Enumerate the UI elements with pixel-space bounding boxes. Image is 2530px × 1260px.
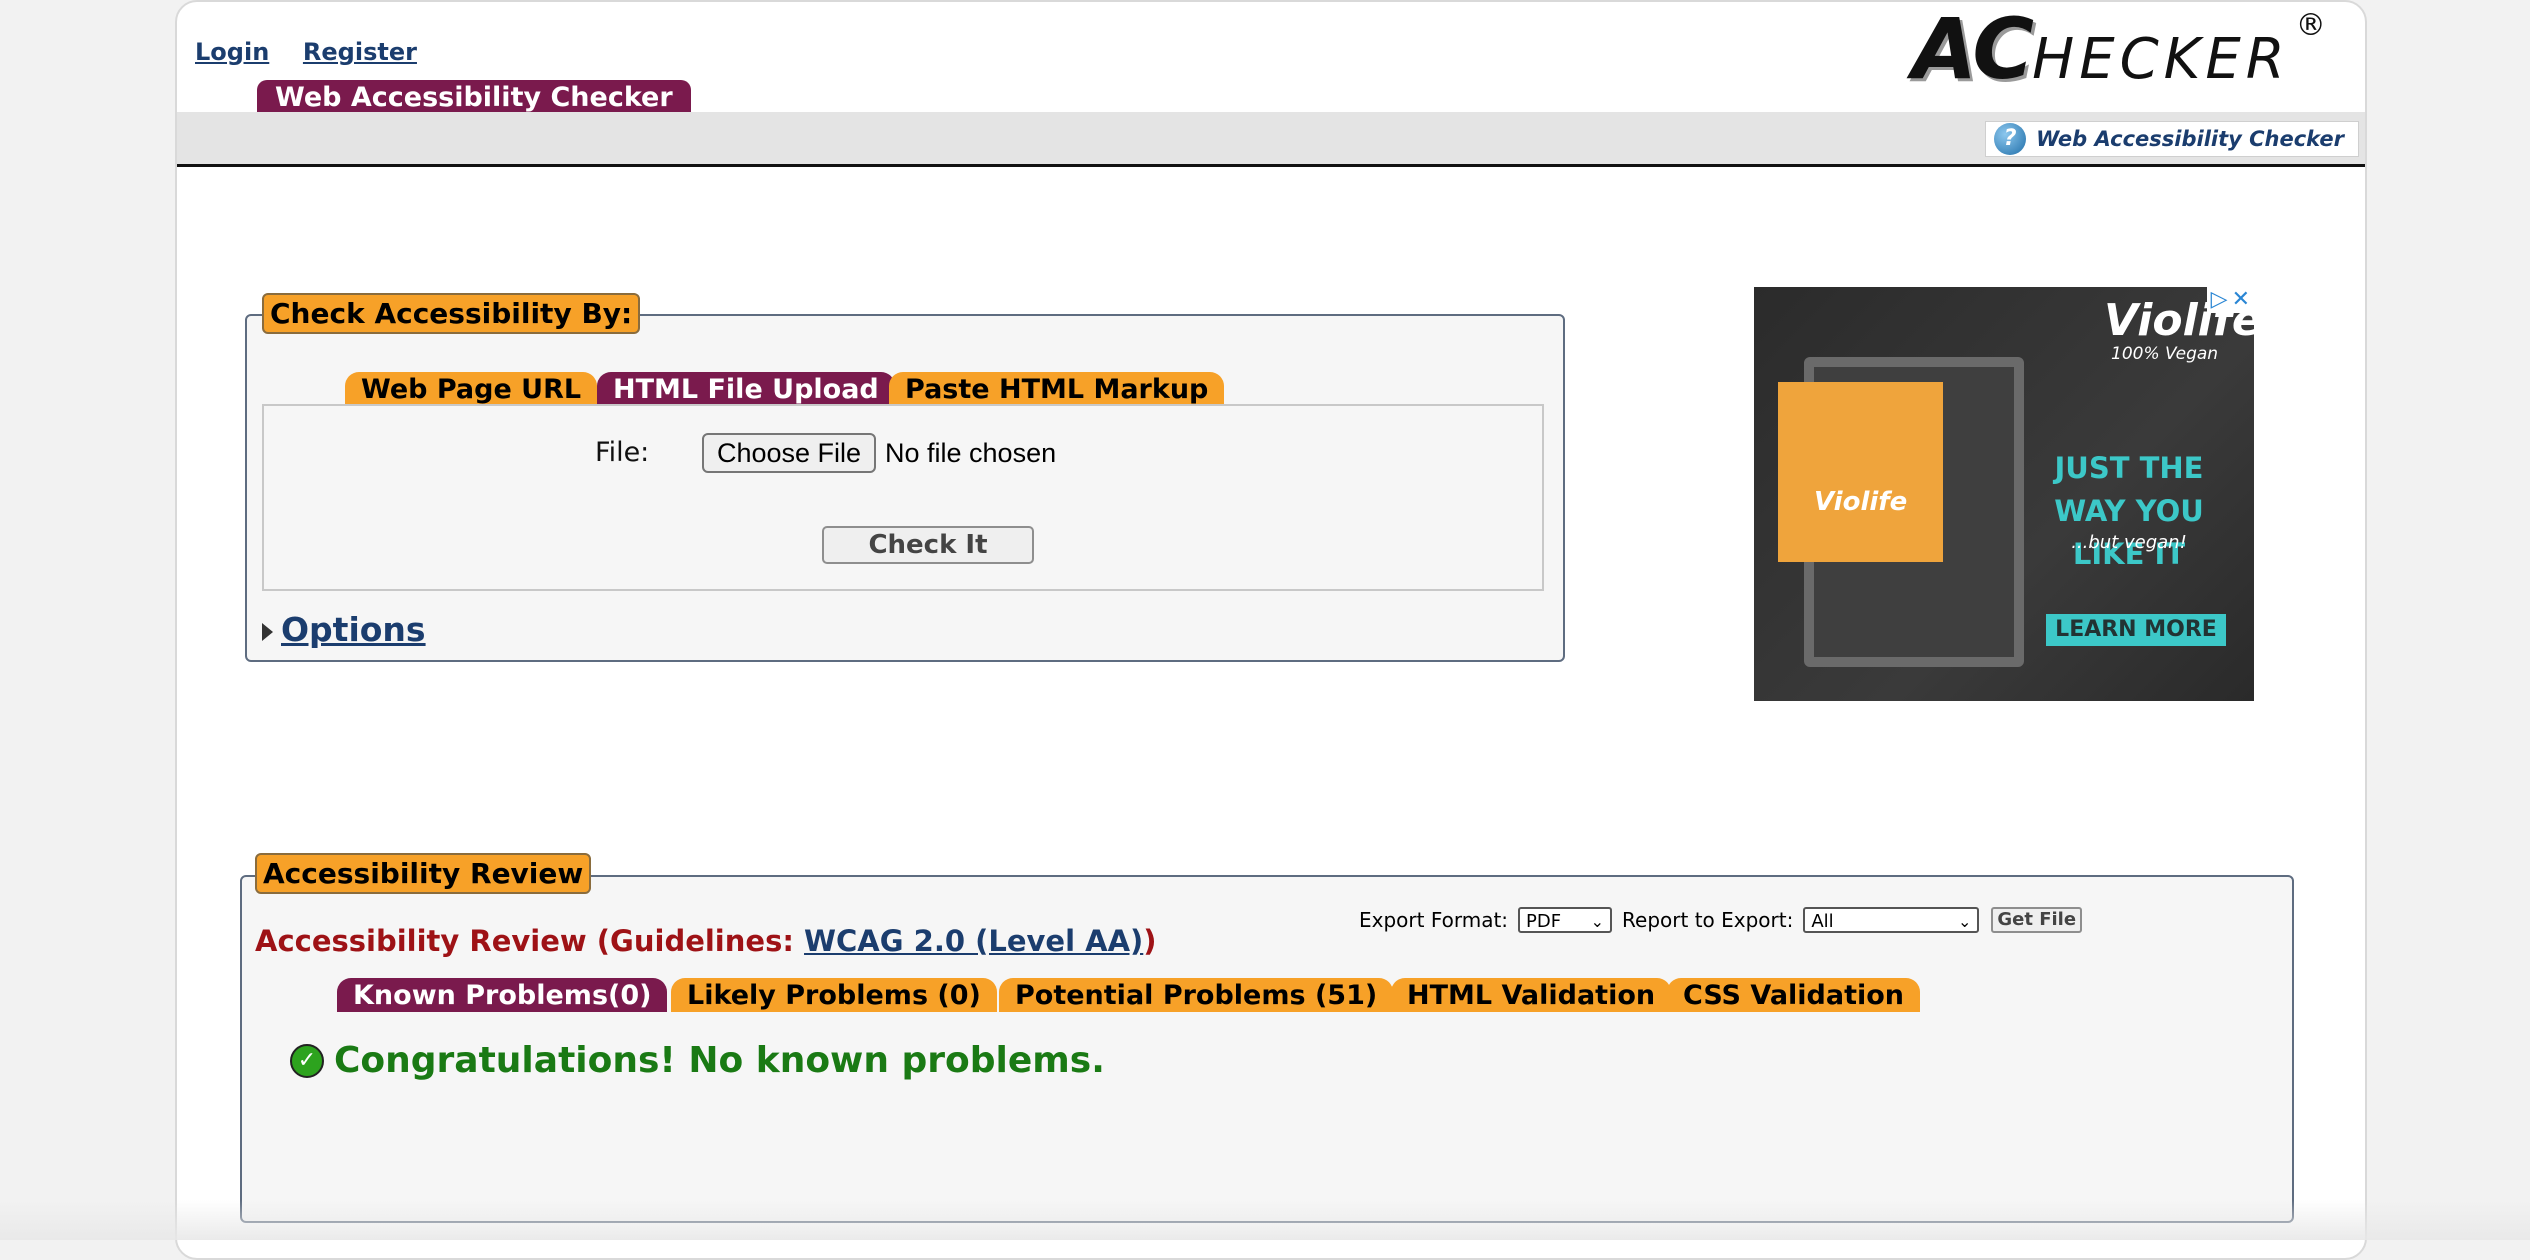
tab-css-validation[interactable]: CSS Validation <box>1667 978 1921 1012</box>
chevron-down-icon: ⌄ <box>1590 912 1605 931</box>
choose-file-button[interactable]: Choose File <box>702 433 876 473</box>
tab-likely-problems[interactable]: Likely Problems (0) <box>671 978 997 1012</box>
site-title-tab[interactable]: Web Accessibility Checker <box>257 80 691 114</box>
file-status-text: No file chosen <box>885 438 1057 468</box>
ad-controls: ▷ ✕ <box>2206 287 2254 313</box>
export-format-label: Export Format: <box>1359 908 1509 932</box>
help-link-label: Web Accessibility Checker <box>2036 127 2344 151</box>
nav-bar: ? Web Accessibility Checker <box>177 112 2365 167</box>
ad-headline: JUST THE WAY YOU LIKE IT <box>2054 451 2204 571</box>
tab-html-validation[interactable]: HTML Validation <box>1391 978 1672 1012</box>
options-link[interactable]: Options <box>281 610 426 649</box>
success-text: Congratulations! No known problems. <box>334 1040 1105 1081</box>
review-title: Accessibility Review (Guidelines: WCAG 2… <box>255 924 1157 958</box>
export-controls: Export Format: PDF ⌄ Report to Export: Al… <box>1359 907 2083 933</box>
export-format-select[interactable]: PDF ⌄ <box>1518 907 1613 933</box>
tab-html-file-upload[interactable]: HTML File Upload <box>597 372 895 406</box>
close-icon[interactable]: ✕ <box>2232 287 2250 313</box>
success-message: ✓ Congratulations! No known problems. <box>290 1040 1105 1081</box>
bottom-shadow <box>0 1200 2530 1240</box>
options-toggle[interactable]: Options <box>262 610 426 649</box>
check-it-button[interactable]: Check It <box>822 526 1034 564</box>
accessibility-review-legend: Accessibility Review <box>255 853 592 894</box>
tab-web-page-url[interactable]: Web Page URL <box>345 372 598 406</box>
ad-tagline: ...but vegan! <box>2071 532 2187 553</box>
ad-pack-brand: Violife <box>1814 487 1908 517</box>
tab-paste-html-markup[interactable]: Paste HTML Markup <box>889 372 1225 406</box>
top-links: Login Register <box>195 38 443 66</box>
ad-learn-more-button[interactable]: LEARN MORE <box>2046 614 2226 646</box>
triangle-right-icon <box>262 622 273 641</box>
advertisement[interactable]: Violife Violife 100% Vegan JUST THE WAY … <box>1754 287 2254 701</box>
tab-potential-problems[interactable]: Potential Problems (51) <box>999 978 1394 1012</box>
check-accessibility-legend: Check Accessibility By: <box>262 293 641 334</box>
chevron-down-icon: ⌄ <box>1957 912 1972 931</box>
adchoices-icon[interactable]: ▷ <box>2211 287 2228 313</box>
tab-known-problems[interactable]: Known Problems(0) <box>337 978 668 1012</box>
file-label: File: <box>595 437 650 468</box>
help-link[interactable]: ? Web Accessibility Checker <box>1985 121 2359 157</box>
checkmark-icon: ✓ <box>290 1043 324 1078</box>
report-to-export-label: Report to Export: <box>1622 908 1794 932</box>
login-link[interactable]: Login <box>195 38 269 66</box>
register-link[interactable]: Register <box>303 38 417 66</box>
guideline-link[interactable]: WCAG 2.0 (Level AA) <box>804 924 1143 958</box>
get-file-button[interactable]: Get File <box>1991 907 2083 933</box>
ad-product-label <box>1778 382 1943 562</box>
ad-subbrand: 100% Vegan <box>2111 344 2219 364</box>
report-to-export-select[interactable]: All ⌄ <box>1803 907 1980 933</box>
help-icon: ? <box>1994 123 2027 155</box>
achecker-logo: ACHECKER® <box>1912 0 2326 98</box>
